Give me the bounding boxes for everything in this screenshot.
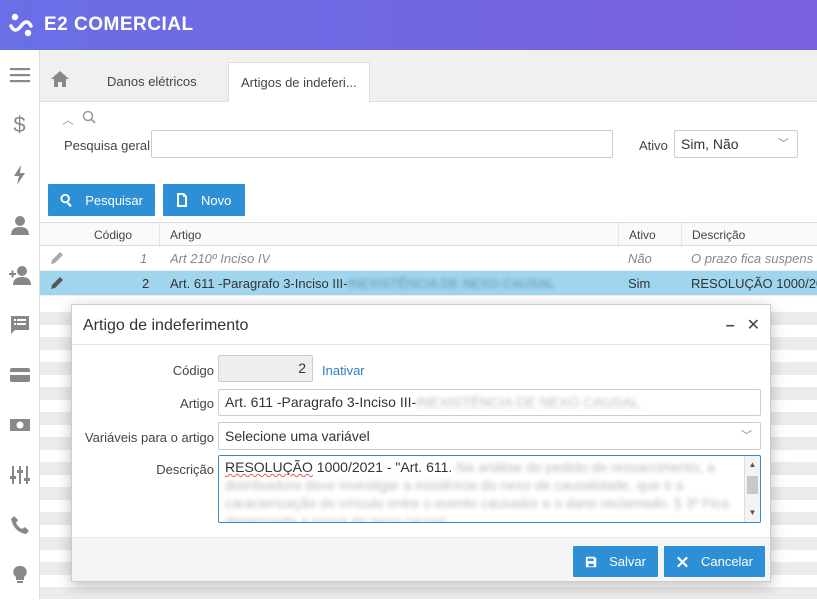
list-icon[interactable] xyxy=(0,300,39,350)
logo-icon xyxy=(9,13,33,37)
add-user-icon[interactable] xyxy=(0,250,39,300)
table-row-selected[interactable]: 2 Art. 611 -Paragrafo 3-Inciso III-INEXI… xyxy=(40,271,817,296)
money-icon[interactable] xyxy=(0,400,39,450)
lightning-icon[interactable] xyxy=(0,150,39,200)
col-ativo[interactable]: Ativo xyxy=(618,223,681,247)
cell-artigo: Art. 611 -Paragrafo 3-Inciso III-INEXIST… xyxy=(170,271,555,296)
cell-artigo: Art 210º Inciso IV xyxy=(170,251,271,266)
artigo-hidden: INEXISTÊNCIA DE NEXO CAUSAL xyxy=(416,394,640,410)
cancel-button-label: Cancelar xyxy=(700,554,753,569)
search-button-label: Pesquisar xyxy=(85,192,143,208)
dialog-footer: Salvar Cancelar xyxy=(72,537,770,581)
codigo-label: Código xyxy=(172,363,214,378)
cell-artigo-text: Art. 611 -Paragrafo 3-Inciso III- xyxy=(170,276,348,291)
document-icon xyxy=(177,193,187,207)
home-icon[interactable] xyxy=(50,70,70,88)
minimize-icon[interactable]: – xyxy=(726,317,735,334)
cell-ativo: Não xyxy=(628,251,652,266)
close-icon[interactable]: ✕ xyxy=(747,317,760,334)
cell-artigo-hidden: INEXISTÊNCIA DE NEXO CAUSAL xyxy=(347,276,555,291)
tab-danos-eletricos[interactable]: Danos elétricos xyxy=(95,62,209,102)
credit-card-icon[interactable] xyxy=(0,350,39,400)
cell-ativo: Sim xyxy=(628,276,651,291)
codigo-field[interactable]: 2 xyxy=(218,355,313,382)
save-button-label: Salvar xyxy=(609,554,646,569)
save-icon xyxy=(585,556,597,567)
cell-codigo: 1 xyxy=(140,251,148,266)
lightbulb-icon[interactable] xyxy=(0,550,39,600)
scroll-down-icon[interactable]: ▼ xyxy=(745,504,760,522)
new-button-label: Novo xyxy=(201,192,232,208)
cancel-button[interactable]: Cancelar xyxy=(664,546,765,577)
edit-dialog: Artigo de indeferimento – ✕ Código 2 Inat… xyxy=(71,304,771,582)
col-artigo[interactable]: Artigo xyxy=(159,223,201,247)
edit-icon[interactable] xyxy=(50,276,64,290)
user-icon[interactable] xyxy=(0,200,39,250)
active-select[interactable]: Sim, Não ﹀ xyxy=(674,130,798,158)
inativar-link[interactable]: Inativar xyxy=(322,363,365,378)
save-button[interactable]: Salvar xyxy=(573,546,658,577)
data-grid: Código Artigo Ativo Descrição 1 Art 210º… xyxy=(40,222,817,296)
search-icon xyxy=(60,193,72,207)
search-button[interactable]: Pesquisar xyxy=(48,184,155,216)
scroll-up-icon[interactable]: ▲ xyxy=(745,456,760,474)
table-row[interactable]: 1 Art 210º Inciso IV Não O prazo fica su… xyxy=(40,246,817,271)
descricao-textarea[interactable]: RESOLUÇÃO 1000/2021 - "Art. 611. Na anál… xyxy=(218,455,761,523)
chevron-up-icon[interactable]: ︿ xyxy=(62,113,74,127)
search-input[interactable] xyxy=(151,130,613,158)
artigo-field[interactable]: Art. 611 -Paragrafo 3-Inciso III-INEXIST… xyxy=(218,389,761,416)
app-header: E2 COMERCIAL xyxy=(0,0,817,50)
new-button[interactable]: Novo xyxy=(163,184,245,216)
col-codigo[interactable]: Código xyxy=(82,223,132,247)
phone-icon[interactable] xyxy=(0,500,39,550)
filter-toggle[interactable]: ︿ xyxy=(62,110,96,128)
menu-icon[interactable] xyxy=(0,50,39,100)
variaveis-label: Variáveis para o artigo xyxy=(84,430,214,445)
artigo-label: Artigo xyxy=(180,396,214,411)
descricao-text-b: 1000/2021 - "Art. 611. xyxy=(312,459,453,475)
edit-icon[interactable] xyxy=(50,251,64,265)
dollar-icon[interactable]: $ xyxy=(0,100,39,150)
search-icon xyxy=(82,110,96,124)
tab-bar: Danos elétricos Artigos de indeferi... xyxy=(40,50,817,102)
close-icon xyxy=(677,556,688,567)
search-label: Pesquisa geral xyxy=(64,138,150,153)
descricao-text-a: RESOLUÇÃO xyxy=(225,459,313,475)
cell-codigo: 2 xyxy=(142,276,150,291)
dialog-title: Artigo de indeferimento xyxy=(83,317,249,334)
app-title: E2 COMERCIAL xyxy=(44,14,194,35)
artigo-value: Art. 611 -Paragrafo 3-Inciso III- xyxy=(225,394,417,410)
active-select-value: Sim, Não xyxy=(681,136,739,152)
cell-descricao: O prazo fica suspens xyxy=(691,251,814,266)
textarea-scrollbar[interactable]: ▲ ▼ xyxy=(744,456,760,522)
sidebar: $ xyxy=(0,50,40,599)
chevron-down-icon: ﹀ xyxy=(741,430,752,442)
cell-descricao: RESOLUÇÃO 1000/20 xyxy=(691,276,817,291)
grid-header: Código Artigo Ativo Descrição xyxy=(40,222,817,247)
tab-artigos-indeferimento[interactable]: Artigos de indeferi... xyxy=(228,62,370,102)
scroll-thumb[interactable] xyxy=(747,476,758,494)
chevron-down-icon: ﹀ xyxy=(778,138,789,150)
variaveis-select[interactable]: Selecione uma variável ﹀ xyxy=(218,422,761,450)
variaveis-select-value: Selecione uma variável xyxy=(225,428,370,444)
dialog-header: Artigo de indeferimento – ✕ xyxy=(72,305,770,345)
sliders-icon[interactable] xyxy=(0,450,39,500)
col-descricao[interactable]: Descrição xyxy=(681,223,817,247)
active-label: Ativo xyxy=(639,138,668,153)
descricao-label: Descrição xyxy=(156,462,214,477)
